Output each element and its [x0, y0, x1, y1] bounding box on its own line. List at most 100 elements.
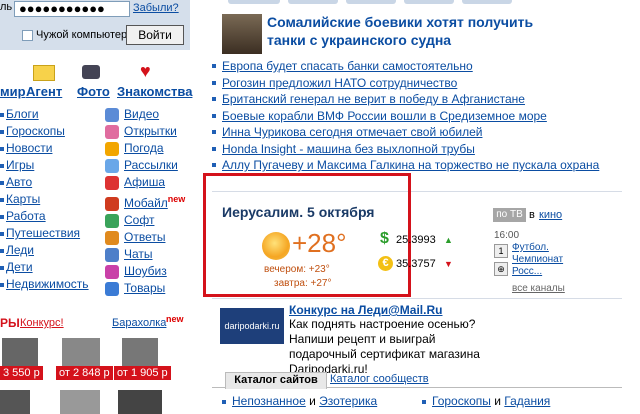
- service-icon[interactable]: [105, 196, 119, 211]
- weather-city[interactable]: Иерусалим. 5 октября: [222, 204, 374, 220]
- contest-link[interactable]: Конкурс!: [20, 317, 64, 329]
- news-link[interactable]: Боевые корабли ВМФ России вошли в Средиз…: [222, 109, 547, 123]
- news-link[interactable]: Британский генерал не верит в победу в А…: [222, 92, 525, 106]
- forgot-password-link[interactable]: Забыли?: [133, 2, 179, 14]
- headline-link[interactable]: Сомалийские боевики хотят получить танки…: [267, 13, 567, 49]
- service-icon[interactable]: [105, 264, 119, 279]
- service-icon[interactable]: [105, 247, 119, 262]
- mid-service-item: Рассылки: [105, 157, 195, 174]
- password-input[interactable]: ●●●●●●●●●●●: [14, 1, 130, 17]
- tab-5[interactable]: [462, 0, 512, 4]
- mid-service-item: Открытки: [105, 123, 195, 140]
- bullet: [0, 197, 4, 202]
- mid-service-link[interactable]: Софт: [124, 213, 154, 227]
- tab-catalog-sites[interactable]: Каталог сайтов: [225, 372, 327, 389]
- promo-text: Как поднять настроение осенью? Напиши ре…: [289, 317, 480, 376]
- service-icon[interactable]: [105, 175, 119, 190]
- news-link[interactable]: Европа будет спасать банки самостоятельн…: [222, 59, 473, 73]
- icon-label-photo[interactable]: Фото: [77, 84, 110, 99]
- icon-label-agent[interactable]: Агент: [26, 84, 62, 99]
- left-service-item: Игры: [0, 157, 100, 174]
- envelope-icon[interactable]: [33, 65, 55, 81]
- headline-photo[interactable]: [222, 14, 262, 54]
- service-icon[interactable]: [105, 158, 119, 173]
- mid-service-item: Мобайлnew: [105, 191, 195, 212]
- tv-show-link[interactable]: Футбол. Чемпионат Росс...: [512, 242, 563, 278]
- left-service-link[interactable]: Недвижимость: [6, 277, 89, 291]
- left-service-link[interactable]: Гороскопы: [6, 124, 65, 138]
- left-service-link[interactable]: Леди: [6, 243, 34, 257]
- product-image-5[interactable]: [60, 390, 100, 414]
- left-service-link[interactable]: Блоги: [6, 107, 39, 121]
- category-link[interactable]: Гороскопы: [432, 394, 491, 408]
- services-icon-row: мир Агент Фото ♥ Знакомства: [0, 60, 192, 100]
- weather-temperature[interactable]: +28°: [292, 228, 347, 259]
- category-link[interactable]: Гадания: [504, 394, 550, 408]
- mid-service-link[interactable]: Открытки: [124, 124, 177, 138]
- tab-2[interactable]: [288, 0, 338, 4]
- left-services-list: Блоги Гороскопы Новости Игры Авто Карты Работа…: [0, 106, 100, 293]
- left-service-link[interactable]: Работа: [6, 209, 46, 223]
- product-price-3[interactable]: от 1 905 р: [114, 366, 171, 380]
- bullet: [0, 180, 4, 185]
- mid-service-link[interactable]: Чаты: [124, 247, 153, 261]
- eur-rate[interactable]: 35.3757: [396, 258, 436, 270]
- icon-label-mir[interactable]: мир: [0, 84, 26, 99]
- service-icon[interactable]: [105, 124, 119, 139]
- category-link[interactable]: Непознанное: [232, 394, 306, 408]
- product-price-1[interactable]: 3 550 р: [0, 366, 43, 380]
- tab-catalog-communities[interactable]: Каталог сообществ: [330, 373, 429, 385]
- icon-label-dating[interactable]: Знакомства: [117, 84, 192, 99]
- tab-3[interactable]: [346, 0, 396, 4]
- mid-service-link[interactable]: Рассылки: [124, 158, 178, 172]
- left-service-link[interactable]: Дети: [6, 260, 33, 274]
- news-item: Honda Insight - машина без выхлопной тру…: [212, 141, 622, 158]
- product-price-2[interactable]: от 2 848 р: [56, 366, 113, 380]
- news-link[interactable]: Аллу Пугачеву и Максима Галкина на торже…: [222, 158, 599, 172]
- news-item: Инна Чурикова сегодня отмечает свой юбил…: [212, 124, 622, 141]
- service-icon[interactable]: [105, 141, 119, 156]
- left-service-link[interactable]: Новости: [6, 141, 52, 155]
- left-service-link[interactable]: Путешествия: [6, 226, 80, 240]
- mid-service-link[interactable]: Афиша: [124, 175, 165, 189]
- foreign-computer-checkbox[interactable]: [22, 30, 33, 41]
- promo-title-link[interactable]: Конкурс на Леди@Mail.Ru: [289, 303, 442, 317]
- left-service-link[interactable]: Карты: [6, 192, 40, 206]
- service-icon[interactable]: [105, 107, 119, 122]
- news-link[interactable]: Рогозин предложил НАТО сотрудничество: [222, 76, 457, 90]
- left-service-item: Авто: [0, 174, 100, 191]
- left-service-link[interactable]: Игры: [6, 158, 34, 172]
- service-icon[interactable]: [105, 281, 119, 296]
- mid-service-link[interactable]: Товары: [124, 281, 165, 295]
- mid-service-link[interactable]: Погода: [124, 141, 164, 155]
- mid-service-item: Шоубиз: [105, 263, 195, 280]
- news-link[interactable]: Инна Чурикова сегодня отмечает свой юбил…: [222, 125, 482, 139]
- mid-service-link[interactable]: Шоубиз: [124, 264, 167, 278]
- heart-arrow-icon[interactable]: ♥: [140, 62, 158, 80]
- cinema-link[interactable]: кино: [539, 209, 562, 221]
- mid-service-link[interactable]: Видео: [124, 107, 159, 121]
- product-image-6[interactable]: [118, 390, 162, 414]
- promo-logo[interactable]: daripodarki.ru: [220, 308, 284, 344]
- mid-service-item: Ответы: [105, 229, 195, 246]
- tv-button[interactable]: по ТВ: [493, 208, 526, 222]
- service-icon[interactable]: [105, 213, 119, 228]
- service-icon[interactable]: [105, 230, 119, 245]
- all-channels-link[interactable]: все каналы: [512, 283, 565, 294]
- mid-service-link[interactable]: Ответы: [124, 230, 165, 244]
- camera-icon[interactable]: [82, 65, 100, 79]
- category-link[interactable]: Эзотерика: [319, 394, 377, 408]
- left-service-link[interactable]: Авто: [6, 175, 32, 189]
- bullet: [0, 129, 4, 134]
- mid-service-link[interactable]: Мобайл: [124, 196, 168, 210]
- flea-market-link[interactable]: Барахолка: [112, 317, 166, 329]
- news-link[interactable]: Honda Insight - машина без выхлопной тру…: [222, 142, 475, 156]
- tab-4[interactable]: [404, 0, 454, 4]
- bullet: [222, 399, 226, 404]
- news-item: Рогозин предложил НАТО сотрудничество: [212, 75, 622, 92]
- login-panel: ль ●●●●●●●●●●● Забыли? Чужой компьютер В…: [0, 0, 190, 50]
- tab-news[interactable]: [228, 0, 280, 4]
- usd-rate[interactable]: 25.3993: [396, 234, 436, 246]
- product-image-4[interactable]: [0, 390, 30, 414]
- login-button[interactable]: Войти: [126, 25, 184, 45]
